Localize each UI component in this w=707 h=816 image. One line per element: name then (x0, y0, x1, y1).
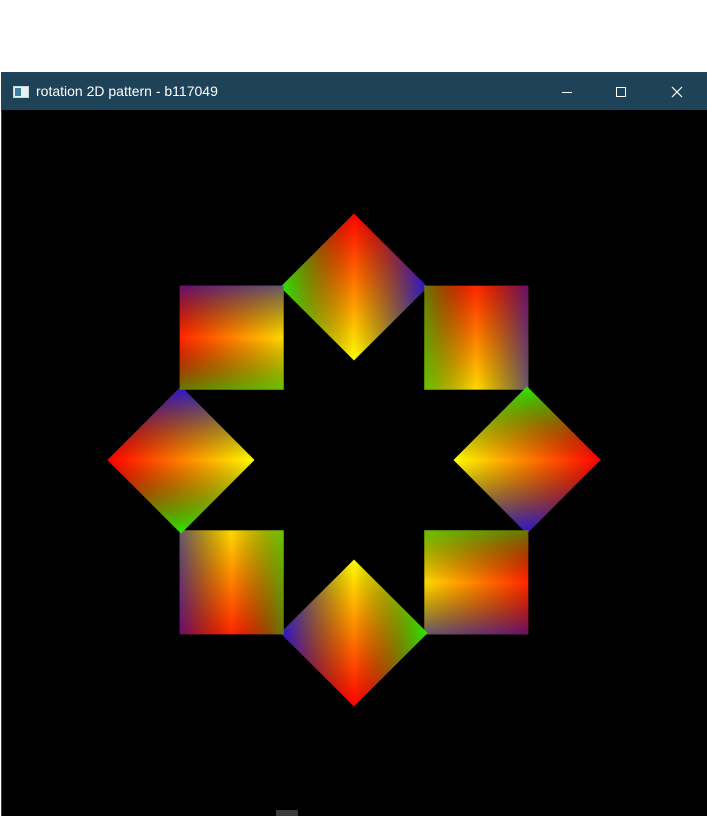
pattern-square-1 (280, 213, 428, 361)
render-canvas[interactable] (5, 110, 704, 810)
minimize-icon (562, 91, 572, 93)
pattern-square-4 (424, 530, 529, 635)
close-icon (671, 86, 683, 97)
window-title: rotation 2D pattern - b117049 (36, 83, 218, 99)
minimize-button[interactable] (544, 73, 590, 110)
app-window: rotation 2D pattern - b117049 (2, 73, 707, 816)
rotation-pattern (107, 213, 601, 707)
app-icon (13, 86, 29, 98)
pattern-square-7 (107, 386, 255, 534)
maximize-icon (616, 86, 626, 97)
taskbar-edge (276, 810, 298, 816)
maximize-button[interactable] (598, 73, 644, 110)
close-button[interactable] (654, 73, 700, 110)
pattern-square-8 (179, 285, 284, 390)
pattern-square-2 (424, 285, 529, 390)
pattern-square-6 (179, 530, 284, 635)
title-bar[interactable]: rotation 2D pattern - b117049 (2, 73, 707, 110)
pattern-square-5 (280, 559, 428, 707)
pattern-square-3 (453, 386, 601, 534)
